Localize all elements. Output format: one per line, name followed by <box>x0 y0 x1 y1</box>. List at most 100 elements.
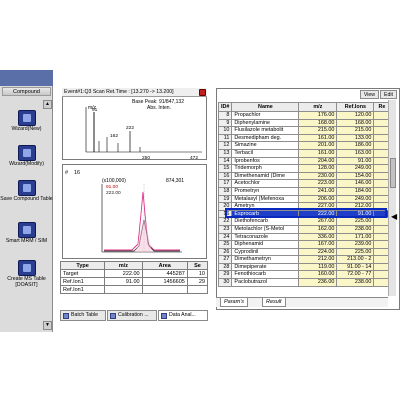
table-row[interactable]: 11 Desmedipham deg. 161.00 133.00 <box>217 133 391 143</box>
name-header[interactable]: Name <box>231 102 300 112</box>
toolbar-title-strip <box>0 70 53 86</box>
spectrum-plot: Base Peak: 91/847,132 m/z Abs. Inten. 91… <box>85 99 202 160</box>
name-cell: Diethofencarb <box>231 217 300 226</box>
name-cell: Prometryn <box>231 186 300 196</box>
table-row[interactable]: 22 Diethofencarb 267.00 225.00 <box>217 217 391 226</box>
peak-label-162: 162 <box>110 133 118 139</box>
mz-cell: 241.00 <box>298 186 338 196</box>
table-row[interactable]: 17 Acetochlor 223.00 146.00 <box>217 179 391 188</box>
tab-batch-table[interactable]: Batch Table <box>60 310 106 321</box>
compound-table-panel: View Edit ID# Name m/z Ref.Ions Re 8 Propa… <box>216 88 400 310</box>
id-cell: 16 <box>217 209 233 219</box>
mz-header[interactable]: m/z <box>298 102 338 112</box>
id-cell: 16 <box>217 171 233 181</box>
abs-inten-label: Abs. Inten. <box>147 105 171 111</box>
se-cell: 10 <box>186 269 209 278</box>
type-cell: Target <box>59 269 106 278</box>
name-cell: Flusilazole metabolit <box>231 126 300 135</box>
table-row[interactable]: Ref.Ion1 91.00 1456605 29 <box>59 277 209 286</box>
mz-cell: 222.00 <box>104 269 143 278</box>
table-row[interactable]: 27 Dimethametryn 212.00 213.00 - 2 <box>217 255 391 264</box>
toolbar-scroll-down-button[interactable]: ▼ <box>43 321 52 330</box>
mz-cell: 161.00 <box>298 148 338 158</box>
table-row[interactable]: 14 Iprobenfos 204.00 91.00 <box>217 156 391 166</box>
toolbar-scroll-up-button[interactable]: ▲ <box>43 100 52 109</box>
tab-data-analysis[interactable]: Data Anal... <box>158 310 208 321</box>
table-row[interactable]: 20 Ametryn 227.00 212.00 <box>217 202 391 211</box>
mz-cell: 236.00 <box>298 278 338 287</box>
save-compound-table-label: Save Compound Table <box>0 196 53 202</box>
table-row[interactable]: 19 Metalaxyl (Mefenoxa 206.00 249.00 <box>217 194 391 204</box>
tab-params[interactable]: Param's <box>220 298 248 307</box>
table-row[interactable]: 23 Metolachlor (S-Metol 162.00 238.00 <box>217 224 391 234</box>
table-row[interactable]: 9 Diphenylamine 168.00 168.00 <box>217 118 391 128</box>
id-cell: 10 <box>217 126 233 135</box>
table-row[interactable]: 13 Terbacil 161.00 163.00 <box>217 148 391 158</box>
save-compound-table-button[interactable]: Save Compound Table <box>0 180 53 203</box>
tab-result[interactable]: Result <box>262 298 286 307</box>
mz-cell <box>104 285 143 294</box>
compound-table-scrollbar[interactable] <box>388 100 396 296</box>
ref-ions-header[interactable]: Ref.Ions <box>336 102 375 112</box>
type-cell: Ref.Ion1 <box>59 285 106 294</box>
peak-height-value: 874,301 <box>166 178 184 184</box>
ion-type-table: Type m/z Area Se Target 222.00 445287 10… <box>59 261 209 294</box>
table-row[interactable]: Target 222.00 445287 10 <box>59 269 209 278</box>
create-ms-table-icon <box>17 260 36 276</box>
compound-toolbar: Compound ▲ ▼ Wizard(New) Wizard(Modify) … <box>0 70 53 332</box>
table-row[interactable]: 30 Paclobutrazol 236.00 238.00 <box>217 278 391 287</box>
table-row[interactable]: 24 Tetraconazole 336.00 171.00 <box>217 232 391 242</box>
tab-batch-table-label: Batch Table <box>71 312 99 318</box>
mz-cell: 212.00 <box>298 255 338 264</box>
table-row[interactable]: 10 Flusilazole metabolit 215.00 215.00 <box>217 126 391 135</box>
mz-cell: 176.00 <box>298 111 338 120</box>
se-header: Se <box>186 261 209 270</box>
axis-tick-472: 472 <box>190 155 198 160</box>
view-button[interactable]: View <box>359 90 380 99</box>
smart-mrm-sim-button[interactable]: Smart MRM / SIM <box>0 222 53 245</box>
name-cell: Dimethametryn <box>231 255 300 264</box>
mz-cell: 222.00 <box>298 209 338 219</box>
ref-ions-cell: 146.00 <box>336 179 375 188</box>
wizard-new-icon <box>17 110 36 126</box>
table-row[interactable]: 18 Prometryn 241.00 184.00 <box>217 186 391 196</box>
tab-result-label: Result <box>266 299 282 305</box>
table-row[interactable]: 12 Simazine 201.00 186.00 <box>217 141 391 150</box>
mz-cell: 336.00 <box>298 232 338 242</box>
area-cell <box>141 285 188 294</box>
calibration-icon <box>110 313 116 319</box>
table-row[interactable]: 16 Dimethenamid (Dime 230.00 154.00 <box>217 171 391 181</box>
ref-ions-cell: 213.00 - 2 <box>336 255 375 264</box>
ref-ions-cell: 72.00 - 77 <box>336 270 375 280</box>
wizard-modify-icon <box>17 145 36 161</box>
table-row[interactable]: 15 Tridemorph 128.00 249.00 <box>217 164 391 173</box>
ref-ions-cell: 249.00 <box>336 164 375 173</box>
table-row[interactable]: 8 Propachlor 176.00 120.00 <box>217 111 391 120</box>
table-row[interactable]: 28 Dimepiperate 119.00 91.00 - 14 <box>217 262 391 272</box>
wizard-modify-button[interactable]: Wizard(Modify) <box>0 145 53 168</box>
scale-label: (x100,000) <box>102 178 126 184</box>
table-row[interactable]: 25 Diphenamid 167.00 239.00 <box>217 240 391 249</box>
table-row[interactable]: 16 Esprocarb 222.00 91.00 <box>217 209 391 219</box>
id-cell: 27 <box>217 255 233 264</box>
spectrum-record-button[interactable] <box>199 89 206 96</box>
table-row[interactable]: 26 Cyprodinil 224.00 225.00 <box>217 247 391 257</box>
scrollbar-thumb[interactable] <box>390 158 396 188</box>
smart-mrm-sim-label: Smart MRM / SIM <box>5 238 48 244</box>
ref-ions-cell: 184.00 <box>336 186 375 196</box>
mz-cell: 224.00 <box>298 247 338 257</box>
table-row[interactable]: 29 Fenothiocarb 160.00 72.00 - 77 <box>217 270 391 280</box>
tab-calibration[interactable]: Calibration ... <box>107 310 157 321</box>
edit-button[interactable]: Edit <box>380 90 397 99</box>
id-header[interactable]: ID# <box>217 102 233 112</box>
id-cell: 20 <box>217 202 233 211</box>
create-ms-table-button[interactable]: Create MS Table [DOASIT] <box>0 260 53 288</box>
id-cell: 26 <box>217 247 233 257</box>
name-cell: Propachlor <box>231 111 300 120</box>
wizard-new-button[interactable]: Wizard(New) <box>0 110 53 133</box>
name-cell: Desmedipham deg. <box>231 133 300 143</box>
ref-ions-cell: 171.00 <box>336 232 375 242</box>
name-cell: Diphenamid <box>231 240 300 249</box>
ref-ions-cell: 238.00 <box>336 278 375 287</box>
table-row[interactable]: Ref.Ion1 <box>59 285 209 294</box>
